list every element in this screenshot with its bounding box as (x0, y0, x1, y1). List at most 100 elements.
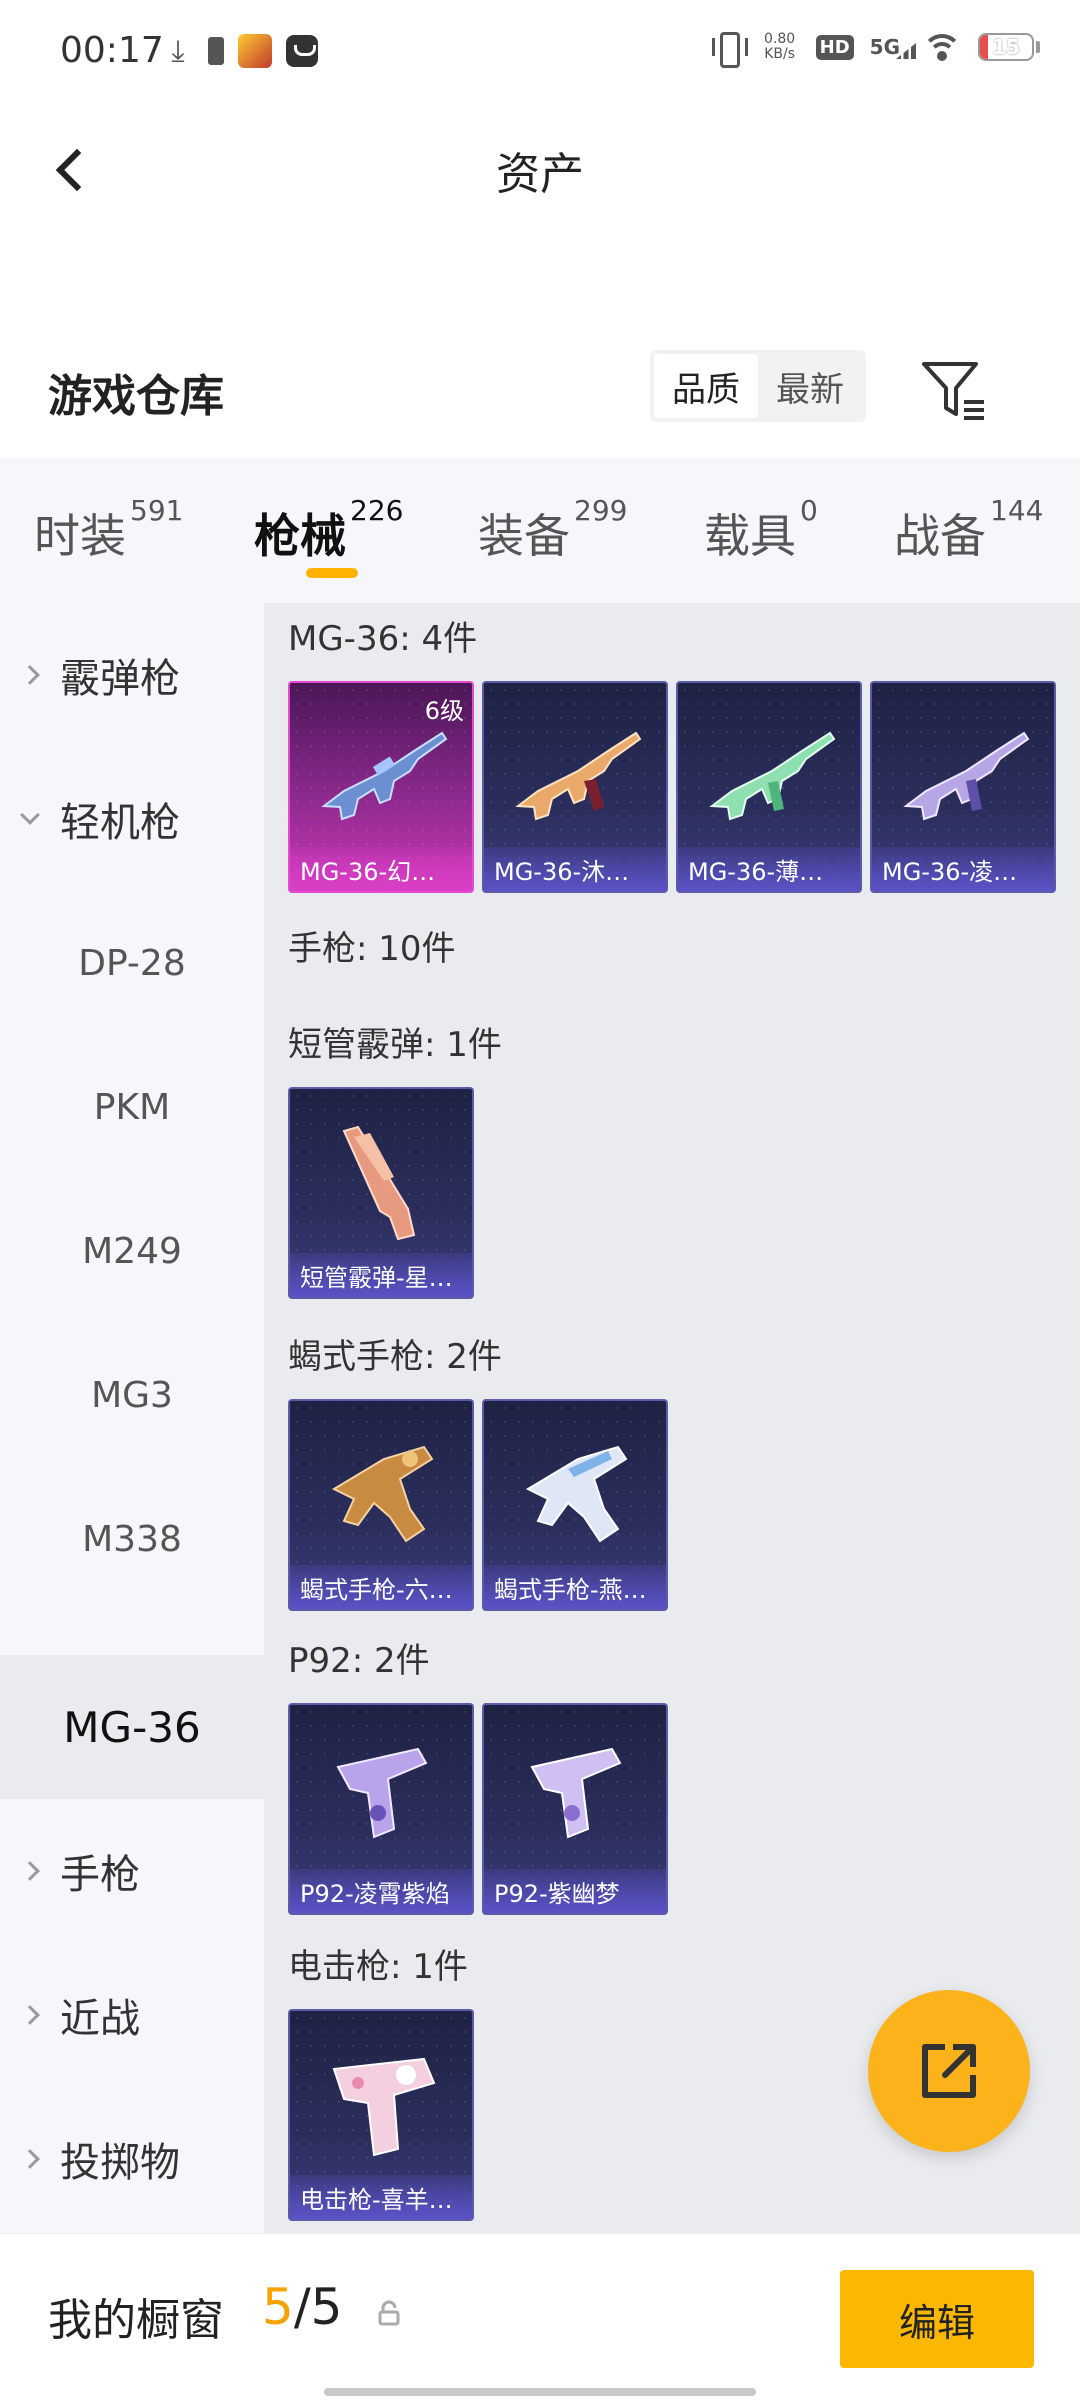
sidebar-item-label: 投掷物 (60, 2140, 180, 2186)
notification-icons: ⤓ (162, 33, 318, 69)
network-speed-unit: KB/s (764, 46, 796, 62)
sidebar-item-shotgun[interactable]: 霰弹枪 (0, 603, 264, 747)
share-icon (922, 2044, 976, 2098)
skin-card-label: P92-凌霄紫焰 (290, 1869, 472, 1913)
smg-icon (525, 1445, 628, 1543)
network-speed-value: 0.80 (764, 31, 796, 47)
skin-card-label: 蝎式手枪-六… (290, 1565, 472, 1609)
sidebar-item-throwable[interactable]: 投掷物 (0, 2087, 264, 2231)
warehouse-header: 游戏仓库 品质 最新 (0, 330, 1080, 450)
share-button[interactable] (868, 1990, 1030, 2152)
wifi-icon (922, 32, 962, 62)
skin-card[interactable]: P92-紫幽梦 (482, 1703, 668, 1915)
tab-supplies[interactable]: 战备 144 (894, 494, 1043, 566)
skin-card[interactable]: 蝎式手枪-燕… (482, 1399, 668, 1611)
warehouse-title: 游戏仓库 (48, 371, 224, 422)
lock-icon (378, 2300, 400, 2326)
battery-cap (1036, 41, 1040, 53)
sort-newest-button[interactable]: 最新 (758, 354, 862, 418)
tab-label: 载具 (704, 509, 796, 563)
chevron-right-icon (20, 2005, 40, 2025)
skin-card[interactable]: 电击枪-喜羊… (288, 2009, 474, 2221)
weapon-category-sidebar: 霰弹枪 轻机枪 DP-28 PKM M249 MG3 M338 MG-36 手枪… (0, 603, 264, 2233)
sidebar-item-pkm[interactable]: PKM (0, 1035, 264, 1179)
sidebar-item-m338[interactable]: M338 (0, 1467, 264, 1611)
sidebar-item-mg36[interactable]: MG-36 (0, 1655, 264, 1799)
battery-level: 15 (992, 35, 1020, 59)
showcase-separator: / (293, 2278, 311, 2336)
tab-label: 战备 (894, 509, 986, 563)
skin-card[interactable]: 蝎式手枪-六… (288, 1399, 474, 1611)
tab-vehicles[interactable]: 载具 0 (704, 494, 818, 566)
tab-count: 144 (990, 494, 1044, 527)
rifle-icon (709, 731, 836, 821)
sidebar-item-label: 手枪 (60, 1852, 140, 1898)
showcase-count: 5/5 (262, 2278, 342, 2336)
filter-button[interactable] (920, 356, 990, 426)
tab-count: 299 (574, 494, 628, 527)
chevron-right-icon (20, 2149, 40, 2169)
sort-quality-button[interactable]: 品质 (654, 354, 758, 418)
hd-icon: HD (815, 34, 854, 60)
sidebar-item-melee[interactable]: 近战 (0, 1943, 264, 2087)
skin-card[interactable]: 6级 MG-36-幻… (288, 681, 474, 893)
cellular-icon: 5G (869, 35, 916, 59)
inventory-list[interactable]: MG-36: 4件 6级 MG-36-幻… MG-36-沐… MG-36-薄… … (264, 603, 1080, 2233)
sort-toggle: 品质 最新 (650, 350, 866, 422)
tab-label: 时装 (34, 509, 126, 563)
taser-icon (332, 2057, 436, 2157)
download-icon: ⤓ (171, 33, 185, 69)
edit-button[interactable]: 编辑 (840, 2270, 1034, 2368)
home-indicator[interactable] (324, 2388, 756, 2396)
tab-count: 0 (800, 494, 818, 527)
sidebar-item-label: 霰弹枪 (60, 656, 180, 702)
sawed-off-icon (342, 1125, 416, 1241)
category-tabs: 时装 591 枪械 226 装备 299 载具 0 战备 144 (0, 458, 1080, 603)
tab-label: 枪械 (254, 509, 346, 563)
skin-card[interactable]: P92-凌霄紫焰 (288, 1703, 474, 1915)
group-title-pistol: 手枪: 10件 (288, 929, 456, 969)
skin-card[interactable]: MG-36-凌… (870, 681, 1056, 893)
showcase-total: 5 (310, 2278, 343, 2336)
skin-card-label: MG-36-幻… (290, 847, 472, 891)
group-title-p92: P92: 2件 (288, 1641, 430, 1681)
chevron-right-icon (20, 1861, 40, 1881)
sidebar-item-label: 近战 (60, 1996, 140, 2042)
group-title-sawed-off: 短管霰弹: 1件 (288, 1025, 502, 1065)
active-tab-indicator (306, 568, 358, 578)
sidebar-item-label: 轻机枪 (60, 800, 180, 846)
pistol-icon (530, 1747, 622, 1839)
sidebar-item-dp28[interactable]: DP-28 (0, 891, 264, 1035)
sidebar-item-pistol[interactable]: 手枪 (0, 1799, 264, 1943)
group-title-taser: 电击枪: 1件 (288, 1947, 468, 1987)
skin-card[interactable]: 短管霰弹-星… (288, 1087, 474, 1299)
rifle-icon (515, 731, 642, 821)
tab-equipment[interactable]: 装备 299 (478, 494, 627, 566)
network-speed: 0.80 KB/s (760, 32, 800, 62)
battery-fill (980, 35, 988, 59)
showcase-label: 我的橱窗 (48, 2295, 224, 2346)
system-icons: 0.80 KB/s HD 5G 15 (710, 30, 1040, 68)
tab-firearms[interactable]: 枪械 226 (254, 494, 403, 566)
network-type: 5G (869, 35, 900, 59)
tab-fashion[interactable]: 时装 591 (34, 494, 183, 566)
pistol-icon (336, 1747, 428, 1839)
tab-label: 装备 (478, 509, 570, 563)
sidebar-item-lmg[interactable]: 轻机枪 (0, 747, 264, 891)
filter-icon (922, 362, 984, 420)
message-app-icon (286, 35, 318, 67)
sidebar-item-m249[interactable]: M249 (0, 1179, 264, 1323)
skin-card-label: MG-36-薄… (678, 847, 860, 891)
nav-bar: 资产 (0, 110, 1080, 230)
chevron-right-icon (20, 665, 40, 685)
skin-card[interactable]: MG-36-薄… (676, 681, 862, 893)
game-app-icon (238, 34, 272, 68)
battery-icon: 15 (978, 33, 1034, 61)
smg-icon (331, 1445, 434, 1543)
status-time: 00:17 (60, 30, 164, 71)
rifle-icon (903, 731, 1030, 821)
skin-card[interactable]: MG-36-沐… (482, 681, 668, 893)
group-title-scorpion: 蝎式手枪: 2件 (288, 1337, 502, 1377)
sidebar-item-mg3[interactable]: MG3 (0, 1323, 264, 1467)
skin-card-label: P92-紫幽梦 (484, 1869, 666, 1913)
